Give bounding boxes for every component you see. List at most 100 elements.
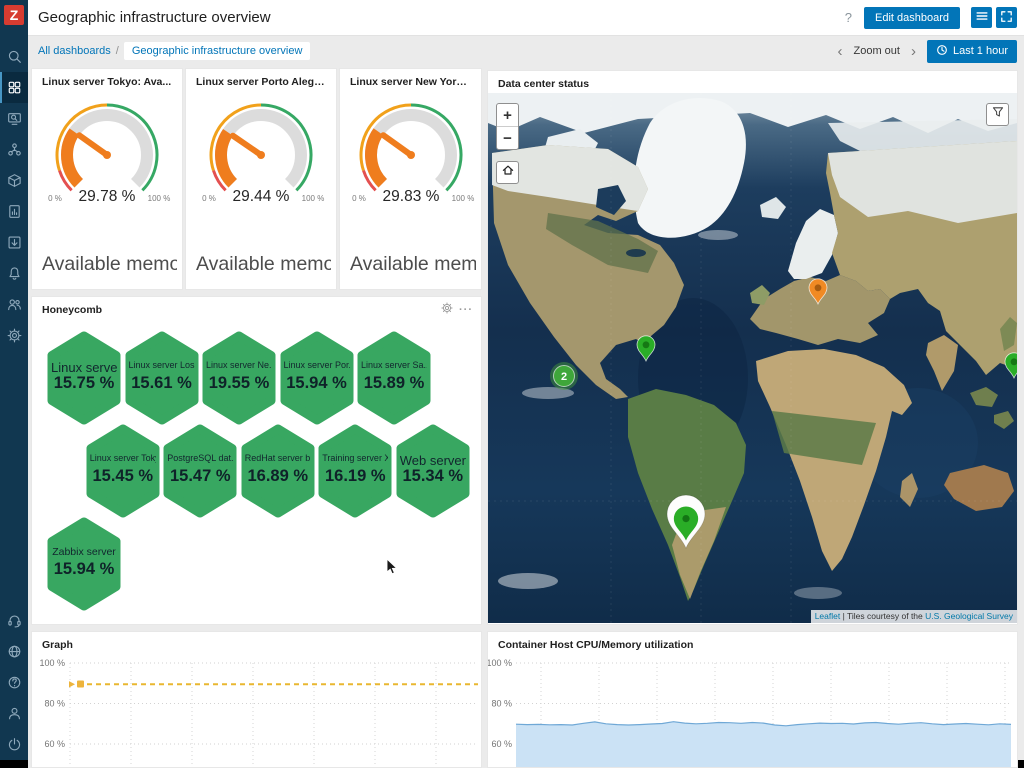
zoom-out-button[interactable]: Zoom out (853, 45, 899, 57)
graph-widget: 100 %80 %60 % Graph (31, 631, 482, 768)
sidebar-item-search[interactable] (0, 41, 28, 72)
honeycomb-cell[interactable]: Linux server Los... 15.61 % (124, 331, 200, 425)
map-home-button[interactable] (496, 161, 519, 184)
sidebar-footer (0, 605, 28, 760)
profile-icon (7, 706, 22, 721)
sidebar-item-integrations[interactable] (0, 636, 28, 667)
sidebar-item-inventory[interactable] (0, 165, 28, 196)
hex-value: 16.19 % (317, 467, 393, 486)
sidebar-item-reports[interactable] (0, 196, 28, 227)
expand-icon (1000, 10, 1013, 26)
gauge-max-label: 100 % (451, 194, 474, 203)
svg-text:80 %: 80 % (44, 699, 65, 709)
time-controls: ‹ Zoom out › Last 1 hour (835, 40, 1017, 63)
svg-text:100 %: 100 % (39, 658, 65, 668)
honeycomb-cell[interactable]: RedHat server b... 16.89 % (240, 424, 316, 518)
gauge-widget-3: Linux server New York: ...29.83 %0 %100 … (339, 68, 482, 290)
honeycomb-cell[interactable]: Linux server15.75 % (46, 331, 122, 425)
honeycomb-cell[interactable]: Web server15.34 % (395, 424, 471, 518)
honeycomb-cell[interactable]: Linux server Ne...19.55 % (201, 331, 277, 425)
honeycomb-widget: Honeycomb ··· Linux server15.75 %Linux s… (31, 296, 482, 625)
attribution-text: | Tiles courtesy of the (840, 611, 925, 621)
map-marker-green-cluster[interactable]: 2 (550, 362, 578, 390)
sidebar-item-services[interactable] (0, 134, 28, 165)
usgs-link[interactable]: U.S. Geological Survey (925, 611, 1013, 621)
gauge-min-label: 0 % (202, 194, 216, 203)
signout-icon (7, 737, 22, 752)
sidebar-item-alerts[interactable] (0, 258, 28, 289)
map-zoom-out-button[interactable]: − (497, 126, 518, 149)
hex-label: Web server (400, 453, 466, 468)
data-collection-icon (7, 235, 22, 250)
sidebar-item-data-collection[interactable] (0, 227, 28, 258)
honeycomb-cell[interactable]: Linux server Sa...15.89 % (356, 331, 432, 425)
gauge-min-label: 0 % (48, 194, 62, 203)
gauge-max-label: 100 % (148, 194, 171, 203)
honeycomb-cell[interactable]: Training server XX16.19 % (317, 424, 393, 518)
help-icon (7, 675, 22, 690)
gauge-item-name: Available memo… (42, 253, 177, 276)
honeycomb-cell[interactable]: Zabbix server15.94 % (46, 517, 122, 611)
zabbix-logo[interactable]: Z (4, 5, 24, 25)
leaflet-link[interactable]: Leaflet (815, 611, 841, 621)
hex-label: RedHat server b... (245, 453, 311, 463)
inventory-icon (7, 173, 22, 188)
help-icon[interactable]: ? (845, 10, 852, 25)
gauge-value: 29.44 % (233, 188, 290, 205)
hex-value: 15.34 % (395, 467, 471, 486)
reports-icon (7, 204, 22, 219)
map-zoom-in-button[interactable]: + (497, 104, 518, 126)
services-icon (7, 142, 22, 157)
screen-corner-artifact (0, 760, 28, 768)
alerts-icon (7, 266, 22, 281)
expand-button[interactable] (996, 7, 1017, 28)
map-filter-button[interactable] (986, 103, 1009, 126)
hex-value: 16.89 % (240, 467, 316, 486)
monitoring-icon (7, 111, 22, 126)
clock-icon (936, 44, 948, 59)
honeycomb-cell[interactable]: Linux server Tokyo15.45 % (85, 424, 161, 518)
sidebar-item-dashboards[interactable] (0, 72, 28, 103)
sidebar-item-administration[interactable] (0, 320, 28, 351)
gauge-widget-title: Linux server Tokyo: Ava... (32, 69, 182, 91)
breadcrumb-all-dashboards[interactable]: All dashboards (38, 45, 111, 57)
hamburger-menu-button[interactable] (971, 7, 992, 28)
hex-value: 15.61 % (124, 374, 200, 393)
gauge-widget-1: Linux server Tokyo: Ava... 29.78 % 0 % 100 … (31, 68, 183, 290)
zabbix-dashboard-screen: Z Geographic infrastructure overview ? E… (0, 0, 1024, 768)
svg-text:60 %: 60 % (491, 739, 512, 749)
hex-label: Linux server Los... (129, 360, 195, 370)
sidebar: Z (0, 0, 28, 768)
map-attribution: Leaflet | Tiles courtesy of the U.S. Geo… (811, 610, 1017, 623)
users-icon (7, 297, 22, 312)
sidebar-item-help[interactable] (0, 667, 28, 698)
gauge-min-label: 0 % (352, 194, 366, 203)
gauge-max-label: 100 % (302, 194, 325, 203)
honeycomb-cell[interactable]: Linux server Por... 15.94 % (279, 331, 355, 425)
hex-value: 15.94 % (46, 560, 122, 579)
breadcrumb: All dashboards / Geographic infrastructu… (38, 42, 835, 60)
graph-widget-title: Graph (32, 632, 481, 654)
funnel-icon (991, 105, 1005, 124)
sidebar-item-monitoring[interactable] (0, 103, 28, 134)
sidebar-item-user-profile[interactable] (0, 698, 28, 729)
hex-label: Linux server Por... (284, 360, 350, 370)
page-title: Geographic infrastructure overview (38, 9, 845, 26)
gauge-value: 29.78 % (79, 188, 136, 205)
gauge-widget-title: Linux server Porto Alegr... (186, 69, 336, 91)
subbar: All dashboards / Geographic infrastructu… (28, 36, 1024, 66)
breadcrumb-current[interactable]: Geographic infrastructure overview (124, 42, 311, 60)
edit-dashboard-button[interactable]: Edit dashboard (864, 7, 960, 29)
sidebar-item-users[interactable] (0, 289, 28, 320)
time-forward-button[interactable]: › (909, 44, 918, 59)
time-back-button[interactable]: ‹ (835, 44, 844, 59)
world-map[interactable]: 2 + − Leaflet | Tiles courtesy of the U.… (488, 93, 1017, 623)
sidebar-item-sign-out[interactable] (0, 729, 28, 760)
honeycomb-cell[interactable]: PostgreSQL dat...15.47 % (162, 424, 238, 518)
time-range-label: Last 1 hour (953, 45, 1008, 57)
time-range-button[interactable]: Last 1 hour (927, 40, 1017, 63)
gauge-value: 29.83 % (382, 188, 439, 205)
hex-label: Linux server Ne... (206, 360, 272, 370)
hex-value: 15.94 % (279, 374, 355, 393)
sidebar-item-support[interactable] (0, 605, 28, 636)
